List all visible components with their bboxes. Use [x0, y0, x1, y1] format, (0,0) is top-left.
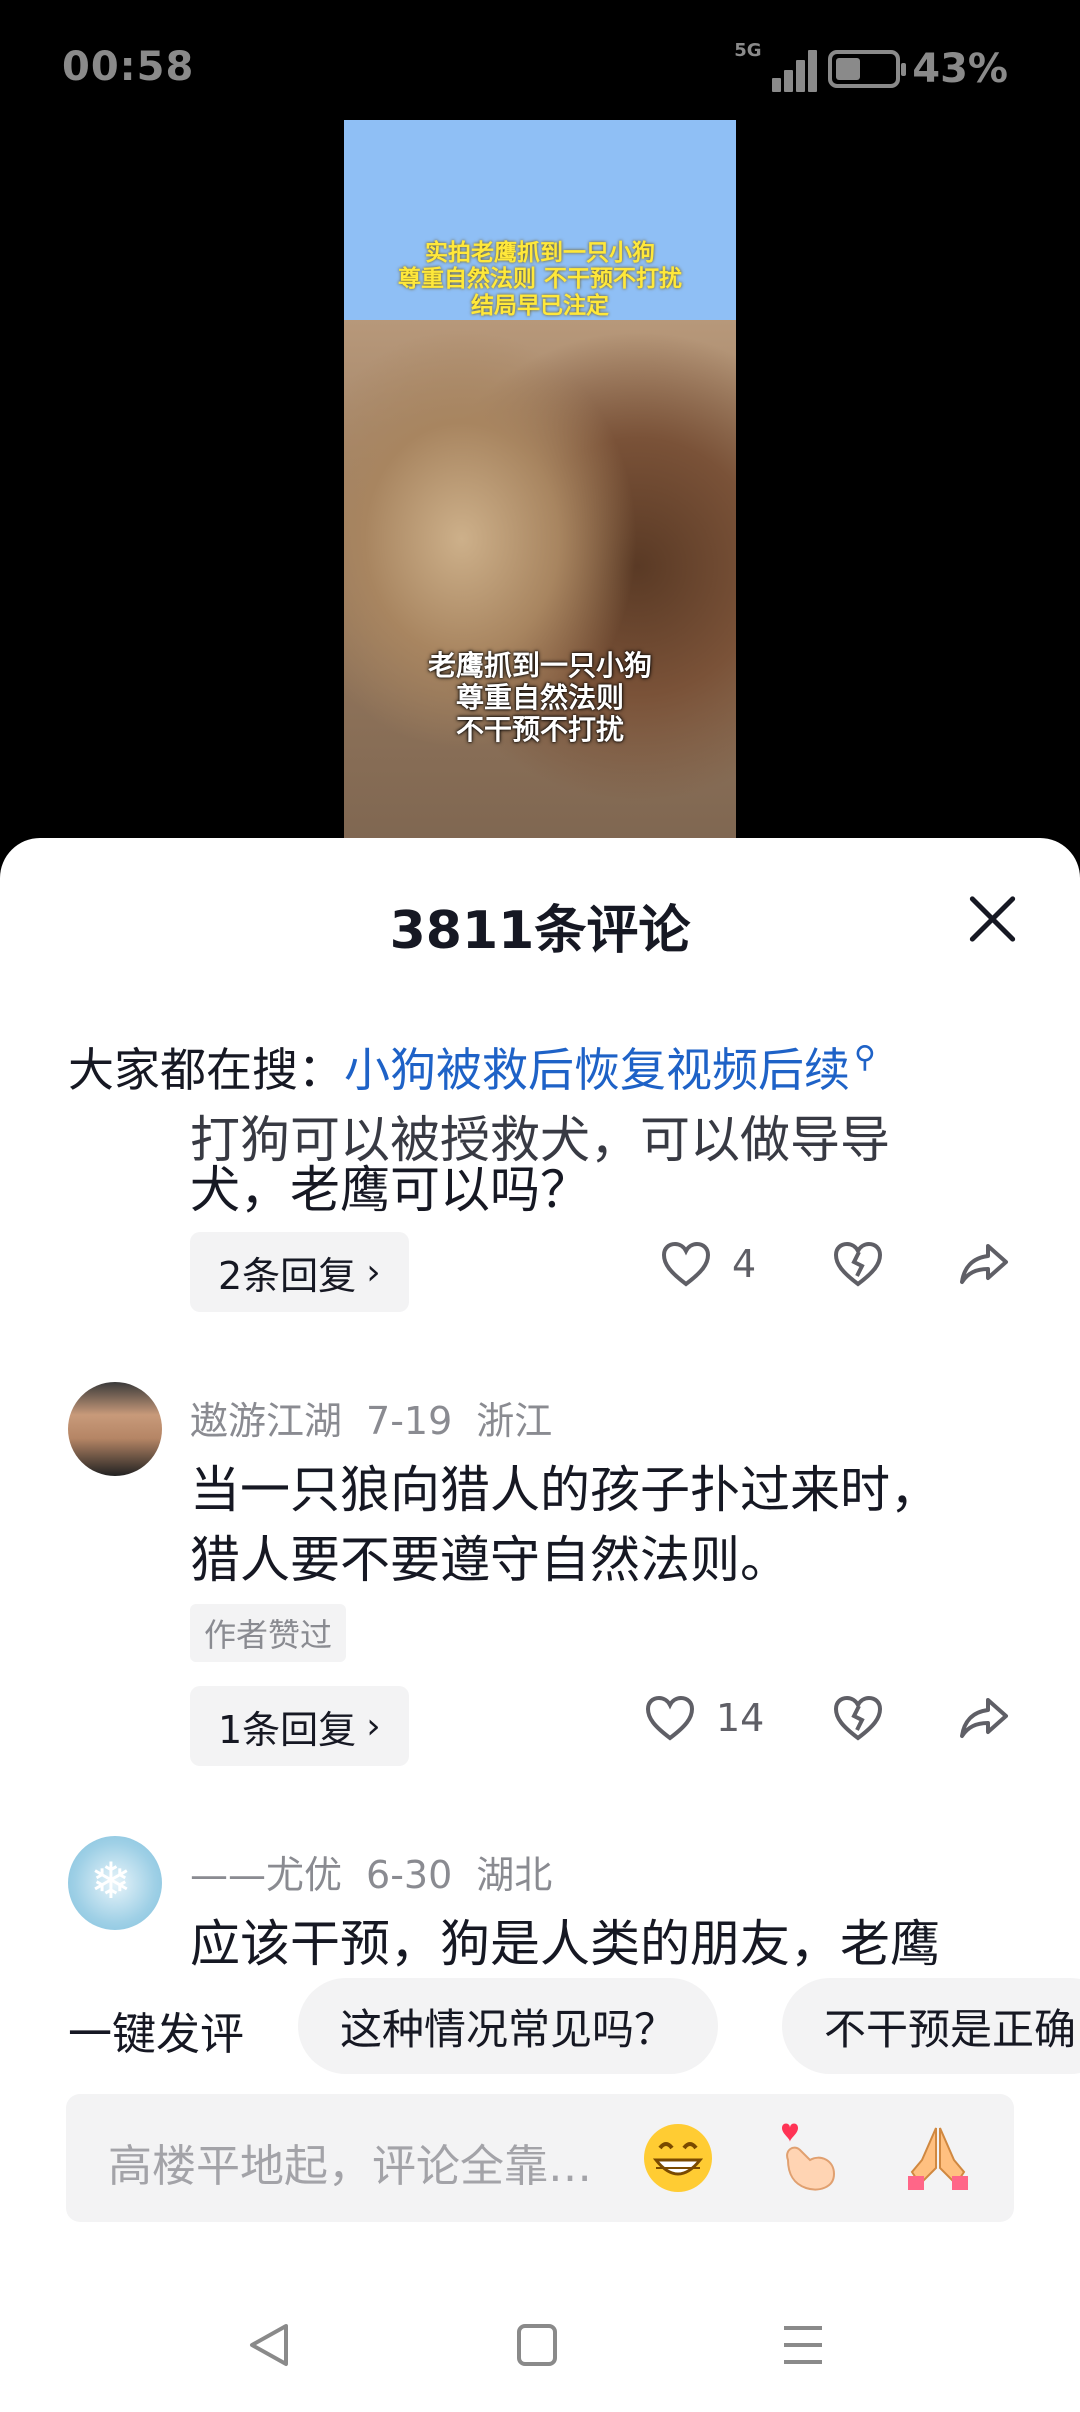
- status-right: 5G 43%: [734, 40, 1008, 94]
- replies-label: 1条回复: [218, 1707, 357, 1752]
- comment-location: 湖北: [476, 1853, 553, 1897]
- trending-search-link[interactable]: 小狗被救后恢复视频后续: [344, 1034, 850, 1100]
- like-count: 4: [732, 1242, 757, 1286]
- chevron-right-icon: ›: [366, 1251, 381, 1293]
- broken-heart-icon: [832, 1694, 884, 1742]
- comments-sheet: 3811条评论 大家都在搜： 小狗被救后恢复视频后续 ⚲ 打狗可以被授救犬，可以…: [0, 838, 1080, 2412]
- caption-line: 结局早已注定: [471, 292, 609, 319]
- video-bottom-caption: 老鹰抓到一只小狗 尊重自然法则 不干预不打扰: [344, 649, 736, 747]
- battery-percent: 43%: [912, 46, 1008, 92]
- comment-meta: ——尤优 6-30 湖北: [190, 1844, 576, 1899]
- comment-text: 犬，老鹰可以吗？: [190, 1161, 590, 1219]
- comment-author[interactable]: 遨游江湖: [190, 1399, 342, 1443]
- comment-input[interactable]: 高楼平地起，评论全靠…: [66, 2094, 1014, 2222]
- view-replies-button[interactable]: 1条回复 ›: [190, 1686, 409, 1766]
- caption-line: 实拍老鹰抓到一只小狗: [425, 240, 655, 266]
- comments-title: 3811条评论: [389, 901, 691, 961]
- quick-comment-chip[interactable]: 这种情况常见吗？: [298, 1978, 719, 2074]
- trending-search-prefix: 大家都在搜：: [68, 1043, 344, 1097]
- grinning-face-emoji[interactable]: [640, 2120, 716, 2196]
- comment-author[interactable]: ——尤优: [190, 1853, 342, 1897]
- comment-text: 应该干预，狗是人类的朋友，老鹰: [190, 1915, 940, 1973]
- caption-line: 尊重自然法则 不干预不打扰: [397, 266, 682, 293]
- broken-heart-icon: [832, 1240, 884, 1288]
- video-player[interactable]: 实拍老鹰抓到一只小狗 尊重自然法则 不干预不打扰 结局早已注定 老鹰抓到一只小狗…: [344, 120, 736, 840]
- dislike-button[interactable]: [832, 1240, 884, 1288]
- heart-outline-icon: [644, 1694, 696, 1742]
- share-button[interactable]: [958, 1240, 1010, 1288]
- close-icon[interactable]: [968, 894, 1018, 944]
- comment-meta: 遨游江湖 7-19 浙江: [190, 1390, 576, 1445]
- caption-line: 不干预不打扰: [455, 713, 624, 747]
- trending-search[interactable]: 大家都在搜： 小狗被救后恢复视频后续 ⚲: [68, 1034, 876, 1108]
- home-square-icon[interactable]: [514, 2320, 560, 2374]
- status-bar: 00:58 5G 43%: [0, 0, 1080, 140]
- like-button[interactable]: 4: [660, 1240, 756, 1288]
- back-triangle-icon[interactable]: [246, 2320, 292, 2374]
- video-frame: [344, 320, 736, 840]
- chevron-right-icon: ›: [366, 1705, 381, 1747]
- share-arrow-icon: [958, 1240, 1010, 1288]
- snowflake-icon: ❄: [90, 1852, 132, 1910]
- quick-comment-row: 一键发评 这种情况常见吗？ 不干预是正确: [0, 1968, 1080, 2098]
- finger-heart-emoji[interactable]: [770, 2120, 846, 2196]
- network-type: 5G: [734, 40, 762, 61]
- view-replies-button[interactable]: 2条回复 ›: [190, 1232, 409, 1312]
- share-button[interactable]: [958, 1694, 1010, 1742]
- caption-line: 尊重自然法则: [455, 681, 624, 715]
- comment-text: 猎人要不要遵守自然法则。: [190, 1531, 790, 1589]
- comment-text: 当一只狼向猎人的孩子扑过来时，: [190, 1461, 940, 1519]
- comment-input-placeholder: 高楼平地起，评论全靠…: [108, 2141, 592, 2192]
- quick-comment-label: 一键发评: [68, 2009, 244, 2060]
- avatar[interactable]: [68, 1382, 162, 1476]
- system-nav-bar: [0, 2298, 1080, 2412]
- menu-lines-icon[interactable]: [780, 2320, 826, 2374]
- comment-location: 浙江: [476, 1399, 553, 1443]
- caption-line: 老鹰抓到一只小狗: [427, 649, 652, 682]
- share-arrow-icon: [958, 1694, 1010, 1742]
- author-liked-badge: 作者赞过: [190, 1604, 347, 1662]
- search-icon: ⚲: [854, 1039, 876, 1075]
- comment-date: 6-30: [366, 1853, 453, 1897]
- folded-hands-emoji[interactable]: [900, 2120, 976, 2196]
- status-time: 00:58: [62, 44, 195, 90]
- replies-label: 2条回复: [218, 1253, 357, 1298]
- video-top-caption: 实拍老鹰抓到一只小狗 尊重自然法则 不干预不打扰 结局早已注定: [344, 240, 736, 319]
- signal-icon: 5G: [734, 40, 818, 94]
- avatar[interactable]: ❄: [68, 1836, 162, 1930]
- like-count: 14: [716, 1696, 765, 1740]
- heart-outline-icon: [660, 1240, 712, 1288]
- battery-icon: [828, 50, 907, 88]
- dislike-button[interactable]: [832, 1694, 884, 1742]
- comment-date: 7-19: [366, 1399, 453, 1443]
- quick-comment-chip[interactable]: 不干预是正确: [782, 1978, 1080, 2074]
- like-button[interactable]: 14: [644, 1694, 764, 1742]
